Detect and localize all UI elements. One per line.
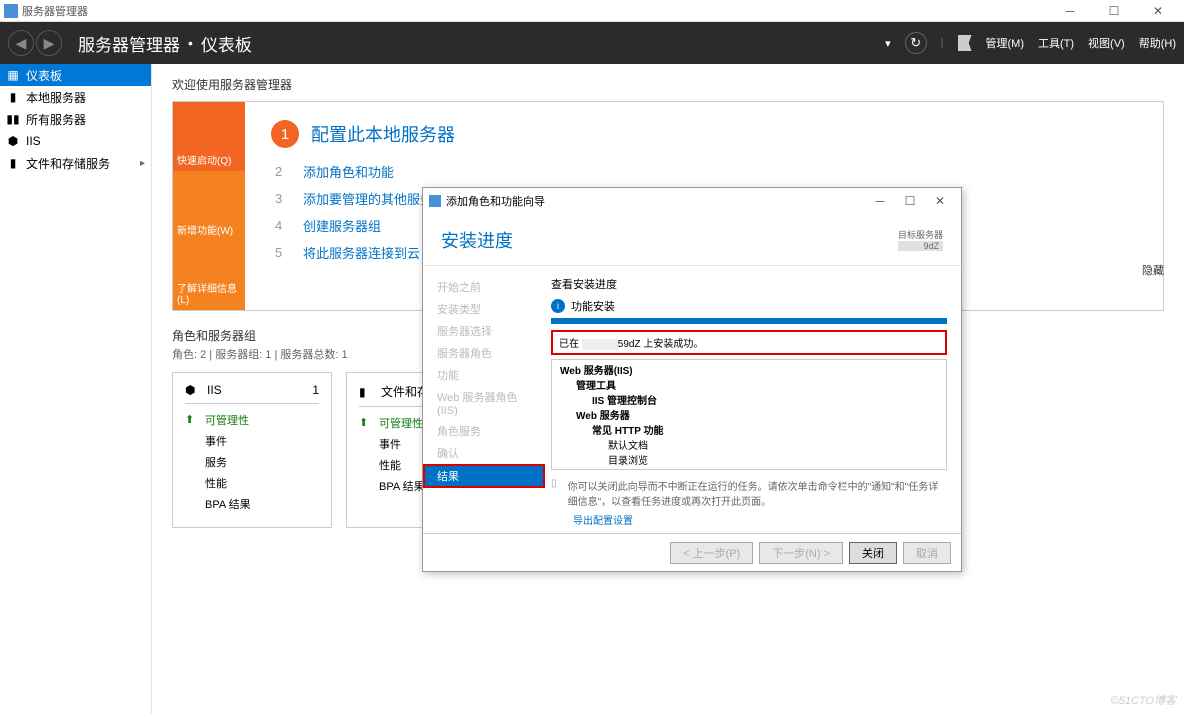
minimize-button[interactable]: ─ (1048, 1, 1092, 21)
add-roles-link[interactable]: 添加角色和功能 (303, 162, 394, 181)
wizard-nav-roles: 服务器角色 (423, 342, 545, 364)
window-title: 服务器管理器 (22, 3, 88, 19)
status-up-icon (359, 416, 373, 430)
welcome-title: 欢迎使用服务器管理器 (172, 76, 1164, 93)
hide-link[interactable]: 隐藏 (1142, 262, 1164, 278)
result-item: Web 服务器 (576, 409, 938, 424)
menu-view[interactable]: 视图(V) (1088, 35, 1125, 51)
install-success-message: 已在 59dZ 上安装成功。 (551, 330, 947, 355)
progress-title: 查看安装进度 (551, 276, 947, 292)
sidebar-item-file-storage[interactable]: ▮文件和存储服务▸ (0, 152, 151, 174)
result-item: 管理工具 (576, 379, 938, 394)
wizard-nav-type: 安装类型 (423, 298, 545, 320)
window-titlebar: 服务器管理器 ─ ☐ ✕ (0, 0, 1184, 22)
export-config-link[interactable]: 导出配置设置 (573, 512, 947, 527)
wizard-title: 添加角色和功能向导 (446, 193, 545, 209)
wizard-nav-results[interactable]: 结果 (423, 464, 545, 488)
navigation-bar: ◀ ▶ 服务器管理器 • 仪表板 ▾ ↻ | 管理(M) 工具(T) 视图(V)… (0, 22, 1184, 64)
wizard-minimize-button[interactable]: ─ (865, 191, 895, 211)
breadcrumb: 服务器管理器 • 仪表板 (78, 31, 252, 56)
result-item: 默认文档 (608, 439, 938, 454)
wizard-header: 安装进度 (441, 227, 513, 253)
back-button[interactable]: ◀ (8, 30, 34, 56)
wizard-nav: 开始之前 安装类型 服务器选择 服务器角色 功能 Web 服务器角色(IIS) … (423, 266, 545, 533)
app-icon (4, 4, 18, 18)
crumb-page[interactable]: 仪表板 (201, 31, 252, 56)
next-button: 下一步(N) > (759, 542, 843, 564)
wizard-nav-confirm: 确认 (423, 442, 545, 464)
menu-help[interactable]: 帮助(H) (1139, 35, 1176, 51)
close-button[interactable]: ✕ (1136, 1, 1180, 21)
wizard-titlebar[interactable]: 添加角色和功能向导 ─ ☐ ✕ (423, 188, 961, 214)
result-item: 目录浏览 (608, 454, 938, 469)
wizard-close-button[interactable]: ✕ (925, 191, 955, 211)
install-results-list[interactable]: Web 服务器(IIS)管理工具IIS 管理控制台Web 服务器常见 HTTP … (551, 359, 947, 470)
sidebar-item-all-servers[interactable]: ▮▮所有服务器 (0, 108, 151, 130)
menu-tools[interactable]: 工具(T) (1038, 35, 1074, 51)
wizard-nav-roleservices: 角色服务 (423, 420, 545, 442)
maximize-button[interactable]: ☐ (1092, 1, 1136, 21)
learn-more-tab[interactable]: 了解详细信息(L) (173, 241, 245, 310)
wizard-nav-before: 开始之前 (423, 276, 545, 298)
wizard-nav-server: 服务器选择 (423, 320, 545, 342)
configure-local-server-link[interactable]: 配置此本地服务器 (311, 121, 455, 147)
add-roles-wizard-dialog: 添加角色和功能向导 ─ ☐ ✕ 安装进度 目标服务器9dZ 开始之前 安装类型 … (422, 187, 962, 572)
cancel-button: 取消 (903, 542, 951, 564)
watermark: ©51CTO博客 (1111, 692, 1176, 708)
storage-icon: ▮ (359, 385, 373, 399)
iis-icon: ⬢ (185, 383, 199, 397)
progress-bar (551, 318, 947, 324)
sidebar-item-local-server[interactable]: ▮本地服务器 (0, 86, 151, 108)
result-item: 常见 HTTP 功能 (592, 424, 938, 439)
step-1-badge: 1 (271, 120, 299, 148)
wizard-nav-features: 功能 (423, 364, 545, 386)
wizard-icon (429, 195, 441, 207)
wizard-content: 查看安装进度 i 功能安装 已在 59dZ 上安装成功。 Web 服务器(IIS)… (545, 266, 961, 533)
wizard-maximize-button[interactable]: ☐ (895, 191, 925, 211)
menu-manage[interactable]: 管理(M) (986, 35, 1025, 51)
info-icon: i (551, 299, 565, 313)
note-icon: ▯ (551, 478, 562, 508)
refresh-button[interactable]: ↻ (905, 32, 927, 54)
quick-start-tab[interactable]: 快速启动(Q) (173, 102, 245, 171)
status-up-icon (185, 413, 199, 427)
result-item: HTTP 错误 (608, 469, 938, 470)
wizard-note: ▯你可以关闭此向导而不中断正在运行的任务。请依次单击命令栏中的"通知"和"任务详… (551, 478, 947, 508)
notifications-icon[interactable] (958, 35, 972, 51)
close-wizard-button[interactable]: 关闭 (849, 542, 897, 564)
target-server-name: 9dZ (898, 241, 943, 251)
forward-button[interactable]: ▶ (36, 30, 62, 56)
chevron-right-icon: ▸ (140, 158, 145, 169)
crumb-root[interactable]: 服务器管理器 (78, 31, 180, 56)
wizard-footer: < 上一步(P) 下一步(N) > 关闭 取消 (423, 533, 961, 571)
target-server-label: 目标服务器 (898, 228, 943, 241)
sidebar: ▦仪表板 ▮本地服务器 ▮▮所有服务器 ⬢IIS ▮文件和存储服务▸ (0, 64, 152, 714)
wizard-nav-iis: Web 服务器角色(IIS) (423, 386, 545, 420)
sidebar-item-dashboard[interactable]: ▦仪表板 (0, 64, 151, 86)
prev-button: < 上一步(P) (670, 542, 753, 564)
create-group-link[interactable]: 创建服务器组 (303, 216, 381, 235)
sidebar-item-iis[interactable]: ⬢IIS (0, 130, 151, 152)
status-text: 功能安装 (571, 298, 615, 314)
tile-iis[interactable]: ⬢IIS1 可管理性 事件 服务 性能 BPA 结果 (172, 372, 332, 528)
whats-new-tab[interactable]: 新增功能(W) (173, 171, 245, 240)
result-item: Web 服务器(IIS) (560, 364, 938, 379)
connect-cloud-link[interactable]: 将此服务器连接到云 (303, 243, 420, 262)
result-item: IIS 管理控制台 (592, 394, 938, 409)
